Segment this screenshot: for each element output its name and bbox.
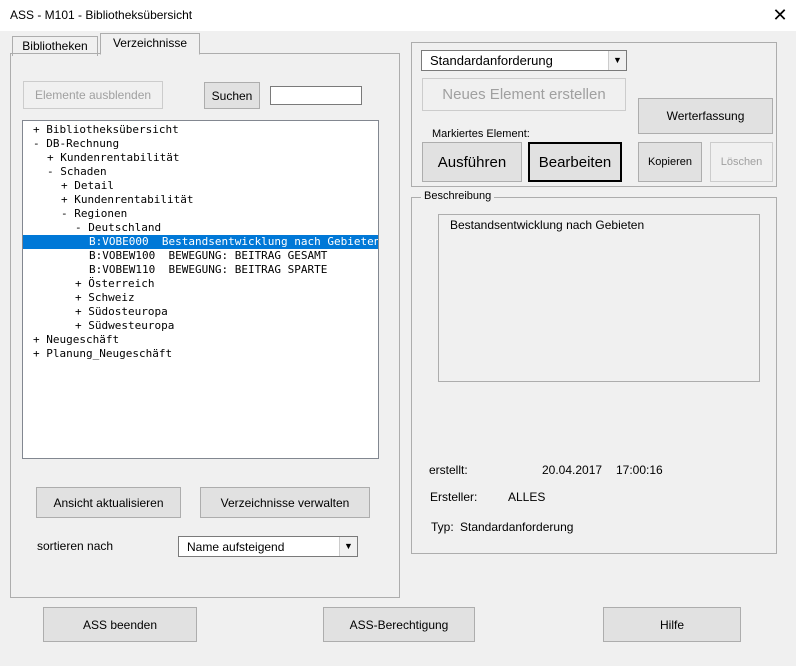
tree-item-selected[interactable]: B:VOBE000 Bestandsentwicklung nach Gebie… bbox=[23, 235, 378, 249]
help-button[interactable]: Hilfe bbox=[603, 607, 741, 642]
tree-item[interactable]: B:VOBEW100 BEWEGUNG: BEITRAG GESAMT bbox=[23, 249, 378, 263]
description-text: Bestandsentwicklung nach Gebieten bbox=[450, 218, 645, 232]
tree-item[interactable]: + Detail bbox=[23, 179, 378, 193]
quit-button[interactable]: ASS beenden bbox=[43, 607, 197, 642]
tab-verzeichnisse[interactable]: Verzeichnisse bbox=[100, 33, 200, 55]
sort-select-value: Name aufsteigend bbox=[187, 540, 285, 554]
tree-item[interactable]: + Südwesteuropa bbox=[23, 319, 378, 333]
close-icon[interactable]: ✕ bbox=[766, 4, 794, 26]
tree-item[interactable]: - Schaden bbox=[23, 165, 378, 179]
tree-item[interactable]: - Regionen bbox=[23, 207, 378, 221]
creator-value: ALLES bbox=[508, 490, 546, 504]
created-label: erstellt: bbox=[429, 463, 468, 477]
tree-item[interactable]: B:VOBEW110 BEWEGUNG: BEITRAG SPARTE bbox=[23, 263, 378, 277]
tree-item[interactable]: + Österreich bbox=[23, 277, 378, 291]
type-value: Standardanforderung bbox=[460, 520, 574, 534]
tree-item[interactable]: + Kundenrentabilität bbox=[23, 151, 378, 165]
refresh-view-button[interactable]: Ansicht aktualisieren bbox=[36, 487, 181, 518]
chevron-down-icon: ▼ bbox=[608, 51, 626, 70]
created-date: 20.04.2017 bbox=[542, 463, 603, 477]
permission-button[interactable]: ASS-Berechtigung bbox=[323, 607, 475, 642]
chevron-down-icon: ▼ bbox=[339, 537, 357, 556]
tree-item[interactable]: - DB-Rechnung bbox=[23, 137, 378, 151]
directory-tree[interactable]: + Bibliotheksübersicht - DB-Rechnung + Kun… bbox=[22, 120, 379, 459]
execute-button[interactable]: Ausführen bbox=[422, 142, 522, 182]
creator-label: Ersteller: bbox=[430, 490, 478, 504]
copy-button[interactable]: Kopieren bbox=[638, 142, 702, 182]
manage-directories-button[interactable]: Verzeichnisse verwalten bbox=[200, 487, 370, 518]
tab-label: Bibliotheken bbox=[22, 39, 88, 53]
tab-divider bbox=[10, 53, 400, 54]
created-time: 17:00:16 bbox=[616, 463, 663, 477]
tree-item[interactable]: + Bibliotheksübersicht bbox=[23, 123, 378, 137]
sort-select[interactable]: Name aufsteigend ▼ bbox=[178, 536, 358, 557]
type-select[interactable]: Standardanforderung ▼ bbox=[421, 50, 627, 71]
tab-label: Verzeichnisse bbox=[112, 36, 188, 50]
tree-item[interactable]: - Deutschland bbox=[23, 221, 378, 235]
value-entry-button[interactable]: Werterfassung bbox=[638, 98, 773, 134]
tree-item[interactable]: + Neugeschäft bbox=[23, 333, 378, 347]
description-box bbox=[438, 214, 760, 382]
sort-label: sortieren nach bbox=[37, 539, 114, 553]
search-button[interactable]: Suchen bbox=[204, 82, 260, 109]
tree-item[interactable]: + Südosteuropa bbox=[23, 305, 378, 319]
type-select-value: Standardanforderung bbox=[430, 53, 553, 68]
edit-button[interactable]: Bearbeiten bbox=[528, 142, 622, 182]
search-input[interactable] bbox=[270, 86, 362, 105]
type-label: Typ: bbox=[431, 520, 454, 534]
tree-item[interactable]: + Kundenrentabilität bbox=[23, 193, 378, 207]
tree-item[interactable]: + Schweiz bbox=[23, 291, 378, 305]
delete-button[interactable]: Löschen bbox=[710, 142, 773, 182]
marked-element-label: Markiertes Element: bbox=[432, 128, 530, 140]
new-element-button[interactable]: Neues Element erstellen bbox=[422, 78, 626, 111]
hide-elements-button[interactable]: Elemente ausblenden bbox=[23, 81, 163, 109]
window-title: ASS - M101 - Bibliotheksübersicht bbox=[10, 8, 193, 22]
description-title: Beschreibung bbox=[421, 190, 495, 202]
tree-item[interactable]: + Planung_Neugeschäft bbox=[23, 347, 378, 361]
